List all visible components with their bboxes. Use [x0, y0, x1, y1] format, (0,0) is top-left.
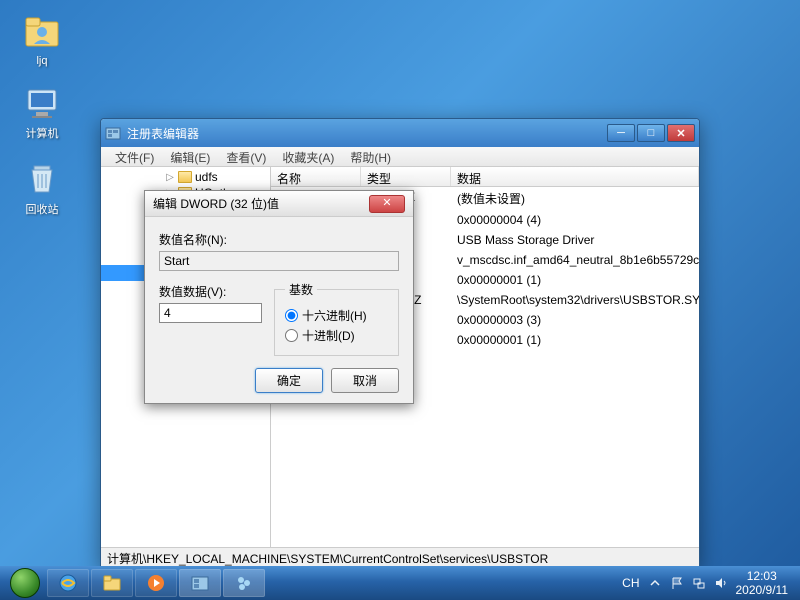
col-type[interactable]: 类型	[361, 167, 451, 186]
taskbar-ie[interactable]	[47, 569, 89, 597]
menu-favorites[interactable]: 收藏夹(A)	[274, 147, 342, 166]
windows-orb-icon	[10, 568, 40, 598]
desktop-icon-user[interactable]: ljq	[12, 12, 72, 67]
computer-icon	[22, 82, 62, 122]
icon-label: 回收站	[12, 201, 72, 217]
dialog-titlebar[interactable]: 编辑 DWORD (32 位)值 ✕	[145, 191, 413, 217]
list-header: 名称 类型 数据	[271, 167, 699, 187]
volume-icon[interactable]	[714, 576, 728, 590]
col-name[interactable]: 名称	[271, 167, 361, 186]
tray-clock[interactable]: 12:03 2020/9/11	[736, 569, 789, 598]
radio-hex-label: 十六进制(H)	[302, 307, 367, 324]
close-button[interactable]: ✕	[667, 124, 695, 142]
radio-dec[interactable]	[285, 329, 298, 342]
radio-hex[interactable]	[285, 309, 298, 322]
taskbar-regedit[interactable]	[179, 569, 221, 597]
desktop-icon-computer[interactable]: 计算机	[12, 82, 72, 141]
clock-date: 2020/9/11	[736, 583, 789, 597]
menubar: 文件(F) 编辑(E) 查看(V) 收藏夹(A) 帮助(H)	[101, 147, 699, 167]
clock-time: 12:03	[736, 569, 789, 583]
maximize-button[interactable]: □	[637, 124, 665, 142]
flag-icon[interactable]	[670, 576, 684, 590]
col-data[interactable]: 数据	[451, 167, 699, 186]
titlebar[interactable]: 注册表编辑器 ─ □ ✕	[101, 119, 699, 147]
menu-view[interactable]: 查看(V)	[218, 147, 274, 166]
base-legend: 基数	[285, 281, 317, 298]
icon-label: 计算机	[12, 125, 72, 141]
menu-file[interactable]: 文件(F)	[107, 147, 162, 166]
taskbar-explorer[interactable]	[91, 569, 133, 597]
cancel-button[interactable]: 取消	[331, 368, 399, 393]
dialog-close-button[interactable]: ✕	[369, 195, 405, 213]
ok-button[interactable]: 确定	[255, 368, 323, 393]
value-data-input[interactable]	[159, 303, 262, 323]
tray-up-icon[interactable]	[648, 576, 662, 590]
system-tray: CH 12:03 2020/9/11	[614, 569, 796, 598]
dialog-body: 数值名称(N): Start 数值数据(V): 基数 十六进制(H) 十进制(D…	[145, 217, 413, 403]
edit-dword-dialog: 编辑 DWORD (32 位)值 ✕ 数值名称(N): Start 数值数据(V…	[144, 190, 414, 404]
taskbar-app[interactable]	[223, 569, 265, 597]
tree-item[interactable]: ▷udfs	[101, 169, 270, 185]
regedit-icon	[105, 125, 121, 141]
radio-dec-label: 十进制(D)	[302, 327, 355, 344]
start-button[interactable]	[4, 568, 46, 598]
menu-edit[interactable]: 编辑(E)	[162, 147, 218, 166]
dialog-title: 编辑 DWORD (32 位)值	[153, 195, 369, 212]
tray-lang[interactable]: CH	[622, 576, 639, 590]
taskbar-wmp[interactable]	[135, 569, 177, 597]
icon-label: ljq	[12, 55, 72, 67]
menu-help[interactable]: 帮助(H)	[342, 147, 399, 166]
value-name-field: Start	[159, 251, 399, 271]
value-name-label: 数值名称(N):	[159, 231, 399, 248]
user-folder-icon	[22, 12, 62, 52]
taskbar: CH 12:03 2020/9/11	[0, 566, 800, 600]
base-fieldset: 基数 十六进制(H) 十进制(D)	[274, 281, 399, 356]
statusbar: 计算机\HKEY_LOCAL_MACHINE\SYSTEM\CurrentCon…	[101, 547, 699, 567]
value-data-label: 数值数据(V):	[159, 283, 262, 300]
network-icon[interactable]	[692, 576, 706, 590]
minimize-button[interactable]: ─	[607, 124, 635, 142]
recycle-bin-icon	[22, 158, 62, 198]
window-buttons: ─ □ ✕	[607, 124, 695, 142]
desktop-icon-recycle[interactable]: 回收站	[12, 158, 72, 217]
dialog-buttons: 确定 取消	[159, 368, 399, 393]
window-title: 注册表编辑器	[127, 125, 607, 142]
